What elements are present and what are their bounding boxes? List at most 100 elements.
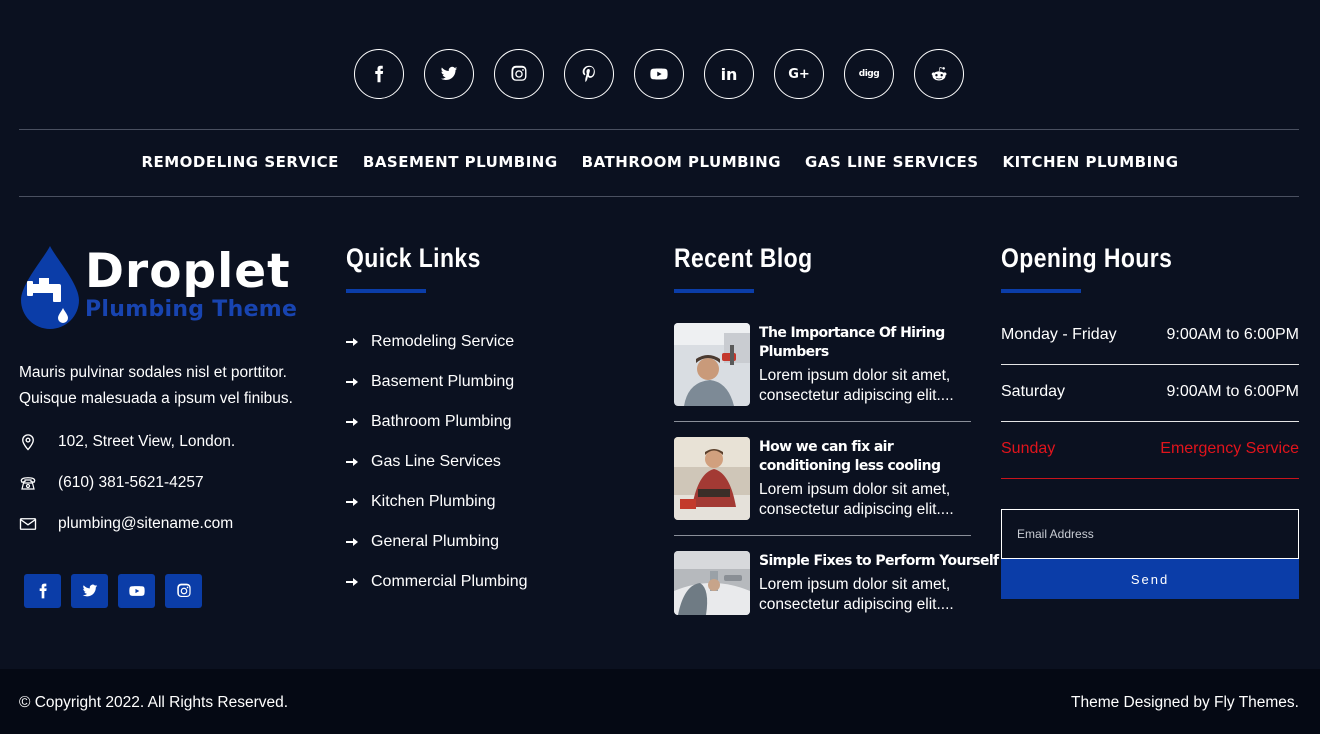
hours-divider-emergency (1001, 478, 1299, 479)
quick-link-label: Commercial Plumbing (371, 573, 528, 590)
blog-excerpt-line1: Lorem ipsum dolor sit amet, (759, 367, 951, 384)
location-pin-icon (19, 433, 37, 451)
newsletter-email-input[interactable] (1017, 527, 1298, 541)
brand-title: Droplet (85, 244, 291, 299)
hours-row-saturday: Saturday 9:00AM to 6:00PM (1001, 383, 1299, 401)
social-links-brand (24, 574, 202, 608)
arrow-right-icon (346, 338, 358, 346)
brand-logo[interactable]: Droplet Plumbing Theme (19, 246, 297, 330)
digg-icon: digg (858, 69, 880, 79)
blog-divider (674, 421, 971, 422)
recent-blog-underline (674, 289, 754, 293)
hours-row-sunday: Sunday Emergency Service (1001, 440, 1299, 458)
quick-link-label: Gas Line Services (371, 453, 501, 470)
blog-thumbnail[interactable] (674, 551, 750, 615)
facebook-icon (39, 583, 47, 599)
youtube-icon (650, 68, 668, 80)
arrow-right-icon (346, 378, 358, 386)
blog-post[interactable]: How we can fix air conditioning less coo… (674, 437, 971, 520)
reddit-icon (931, 67, 947, 81)
blog-post[interactable]: Simple Fixes to Perform Yourself Lorem i… (674, 551, 999, 615)
blog-excerpt-line1: Lorem ipsum dolor sit amet, (759, 576, 951, 593)
quick-link-item[interactable]: Remodeling Service (346, 322, 528, 362)
newsletter-email-wrapper (1001, 509, 1299, 559)
quick-links-underline (346, 289, 426, 293)
blog-post[interactable]: The Importance Of Hiring Plumbers Lorem … (674, 323, 971, 406)
address-text: 102, Street View, London. (58, 433, 236, 450)
theme-credit[interactable]: Theme Designed by Fly Themes. (1071, 694, 1299, 712)
quick-link-label: Bathroom Plumbing (371, 413, 512, 430)
nav-bathroom-plumbing[interactable]: BATHROOM PLUMBING (582, 153, 781, 171)
email-text: plumbing@sitename.com (58, 515, 234, 532)
droplet-faucet-icon (21, 246, 79, 329)
arrow-right-icon (346, 578, 358, 586)
digg-link[interactable]: digg (844, 49, 894, 99)
blog-excerpt-line1: Lorem ipsum dolor sit amet, (759, 481, 951, 498)
facebook-square-link[interactable] (24, 574, 61, 608)
instagram-square-link[interactable] (165, 574, 202, 608)
recent-blog-heading: Recent Blog (674, 243, 813, 273)
google-plus-link[interactable]: G+ (774, 49, 824, 99)
blog-title[interactable]: Simple Fixes to Perform Yourself (759, 552, 999, 571)
blog-thumbnail[interactable] (674, 437, 750, 520)
quick-link-item[interactable]: Kitchen Plumbing (346, 482, 528, 522)
google-plus-icon: G+ (788, 66, 810, 82)
twitter-link[interactable] (424, 49, 474, 99)
copyright-text: © Copyright 2022. All Rights Reserved. (19, 694, 289, 711)
blog-excerpt-line2: consectetur adipiscing elit.... (759, 501, 954, 518)
social-links-top: in G+ digg (354, 49, 964, 99)
quick-links-list: Remodeling Service Basement Plumbing Bat… (346, 322, 528, 602)
hours-day: Monday - Friday (1001, 326, 1117, 343)
hours-time: 9:00AM to 6:00PM (1166, 326, 1299, 343)
phone-icon (19, 474, 37, 492)
divider-top (19, 129, 1299, 130)
divider-bottom (19, 196, 1299, 197)
quick-link-item[interactable]: Basement Plumbing (346, 362, 528, 402)
blog-thumbnail[interactable] (674, 323, 750, 406)
quick-link-item[interactable]: Bathroom Plumbing (346, 402, 528, 442)
newsletter-send-button[interactable]: Send (1001, 559, 1299, 599)
arrow-right-icon (346, 458, 358, 466)
youtube-icon (128, 586, 145, 596)
twitter-square-link[interactable] (71, 574, 108, 608)
nav-gas-line-services[interactable]: GAS LINE SERVICES (805, 153, 978, 171)
nav-basement-plumbing[interactable]: BASEMENT PLUMBING (363, 153, 558, 171)
linkedin-link[interactable]: in (704, 49, 754, 99)
opening-hours-underline (1001, 289, 1081, 293)
brand-about: Mauris pulvinar sodales nisl et porttito… (19, 364, 293, 407)
quick-link-label: Kitchen Plumbing (371, 493, 496, 510)
envelope-icon (19, 515, 37, 533)
service-nav: REMODELING SERVICE BASEMENT PLUMBING BAT… (0, 153, 1320, 171)
arrow-right-icon (346, 418, 358, 426)
hours-time: Emergency Service (1160, 440, 1299, 457)
contact-address: 102, Street View, London. (19, 433, 235, 451)
hours-time: 9:00AM to 6:00PM (1166, 383, 1299, 400)
reddit-link[interactable] (914, 49, 964, 99)
facebook-link[interactable] (354, 49, 404, 99)
quick-link-label: Remodeling Service (371, 333, 515, 350)
contact-phone[interactable]: (610) 381-5621-4257 (19, 474, 204, 492)
youtube-link[interactable] (634, 49, 684, 99)
nav-remodeling-service[interactable]: REMODELING SERVICE (141, 153, 338, 171)
blog-title[interactable]: How we can fix air conditioning less coo… (759, 438, 971, 476)
quick-link-item[interactable]: General Plumbing (346, 522, 528, 562)
brand-subtitle: Plumbing Theme (85, 297, 298, 322)
quick-links-heading: Quick Links (346, 243, 481, 273)
linkedin-icon: in (720, 64, 738, 84)
instagram-link[interactable] (494, 49, 544, 99)
youtube-square-link[interactable] (118, 574, 155, 608)
nav-kitchen-plumbing[interactable]: KITCHEN PLUMBING (1003, 153, 1179, 171)
quick-link-item[interactable]: Gas Line Services (346, 442, 528, 482)
hours-day: Sunday (1001, 440, 1056, 457)
facebook-icon (375, 65, 384, 83)
contact-email[interactable]: plumbing@sitename.com (19, 515, 233, 533)
blog-excerpt-line2: consectetur adipiscing elit.... (759, 387, 954, 404)
hours-day: Saturday (1001, 383, 1066, 400)
blog-excerpt-line2: consectetur adipiscing elit.... (759, 596, 954, 613)
quick-link-item[interactable]: Commercial Plumbing (346, 562, 528, 602)
blog-divider (674, 535, 971, 536)
blog-title[interactable]: The Importance Of Hiring Plumbers (759, 324, 971, 362)
quick-link-label: General Plumbing (371, 533, 500, 550)
pinterest-link[interactable] (564, 49, 614, 99)
instagram-icon (511, 65, 527, 81)
